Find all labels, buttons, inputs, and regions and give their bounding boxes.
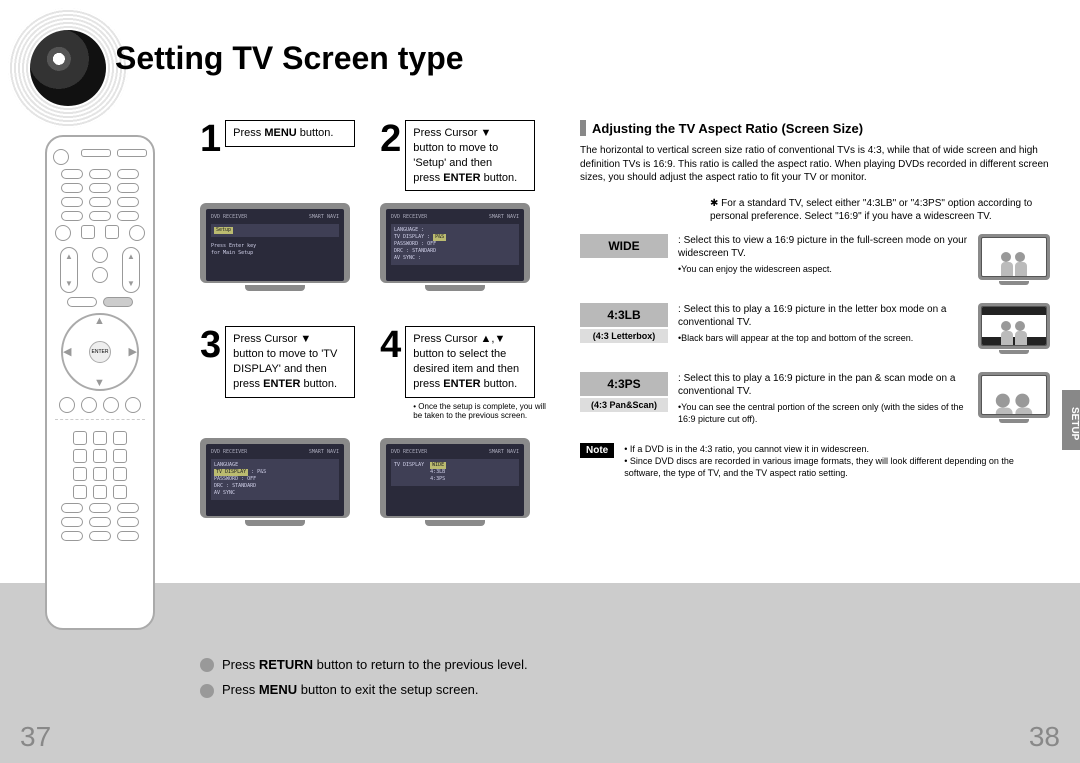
option-43ps: 4:3PS(4:3 Pan&Scan) : Select this to pla… — [580, 372, 1050, 425]
aspect-ratio-section: Adjusting the TV Aspect Ratio (Screen Si… — [580, 120, 1050, 479]
dpad: ▲▼◀▶ ENTER — [61, 313, 139, 391]
thumb-wide — [978, 234, 1050, 285]
note-block: Note • If a DVD is in the 4:3 ratio, you… — [580, 443, 1050, 479]
tuning-rocker — [60, 247, 78, 293]
option-badge: WIDE — [580, 234, 668, 258]
page-title: Setting TV Screen type — [115, 40, 464, 77]
osd-screenshot-1: DVD RECEIVERSMART NAVI Setup Press Enter… — [200, 203, 350, 308]
page-number-left: 37 — [20, 721, 51, 753]
step-2: 2 Press Cursor ▼button to move to'Setup'… — [380, 120, 535, 191]
step-text: Press MENU button. — [225, 120, 355, 147]
preference-note: ✱ For a standard TV, select either "4:3L… — [710, 197, 1050, 224]
step-text: Press Cursor ▼button to move to 'TVDISPL… — [225, 326, 355, 397]
steps-column: 1 Press MENU button. 2 Press Cursor ▼but… — [200, 120, 550, 561]
section-tab-setup: SETUP — [1062, 390, 1080, 450]
footer-band — [0, 583, 1080, 763]
thumb-panscan — [978, 372, 1050, 423]
volume-rocker — [122, 247, 140, 293]
osd-screenshot-3: DVD RECEIVERSMART NAVI LANGUAGE TV DISPL… — [200, 438, 350, 543]
thumb-letterbox — [978, 303, 1050, 354]
step-text: Press Cursor ▼button to move to'Setup' a… — [405, 120, 535, 191]
option-badge: 4:3PS — [580, 372, 668, 396]
step-1: 1 Press MENU button. — [200, 120, 355, 191]
step-text: Press Cursor ▲,▼button to select thedesi… — [405, 326, 535, 397]
footer-tips: Press RETURN button to return to the pre… — [200, 647, 528, 708]
step-number: 4 — [380, 326, 401, 364]
manual-spread: 37 38 SETUP Setting TV Screen type ▲▼◀▶ … — [0, 0, 1080, 763]
section-intro: The horizontal to vertical screen size r… — [580, 144, 1050, 185]
bullet-icon — [200, 658, 214, 672]
option-43lb: 4:3LB(4:3 Letterbox) : Select this to pl… — [580, 303, 1050, 354]
osd-screenshot-4: DVD RECEIVERSMART NAVI TV DISPLAY WIDE 4… — [380, 438, 530, 543]
remote-control-illustration: ▲▼◀▶ ENTER — [45, 135, 155, 630]
option-sublabel: (4:3 Pan&Scan) — [580, 398, 668, 412]
option-sublabel: (4:3 Letterbox) — [580, 329, 668, 343]
page-number-right: 38 — [1029, 721, 1060, 753]
note-badge: Note — [580, 443, 614, 458]
bullet-icon — [200, 684, 214, 698]
step-number: 3 — [200, 326, 221, 364]
step-number: 1 — [200, 120, 221, 158]
speaker-graphic — [8, 8, 128, 128]
osd-screenshot-2: DVD RECEIVERSMART NAVI LANGUAGE : TV DIS… — [380, 203, 530, 308]
option-badge: 4:3LB — [580, 303, 668, 327]
step-4: 4 Press Cursor ▲,▼button to select thede… — [380, 326, 550, 425]
section-heading: Adjusting the TV Aspect Ratio (Screen Si… — [580, 120, 1050, 136]
option-wide: WIDE : Select this to view a 16:9 pictur… — [580, 234, 1050, 285]
step-3: 3 Press Cursor ▼button to move to 'TVDIS… — [200, 326, 355, 425]
enter-button: ENTER — [89, 341, 111, 363]
step-number: 2 — [380, 120, 401, 158]
step-note: • Once the setup is complete, you will b… — [405, 402, 550, 420]
